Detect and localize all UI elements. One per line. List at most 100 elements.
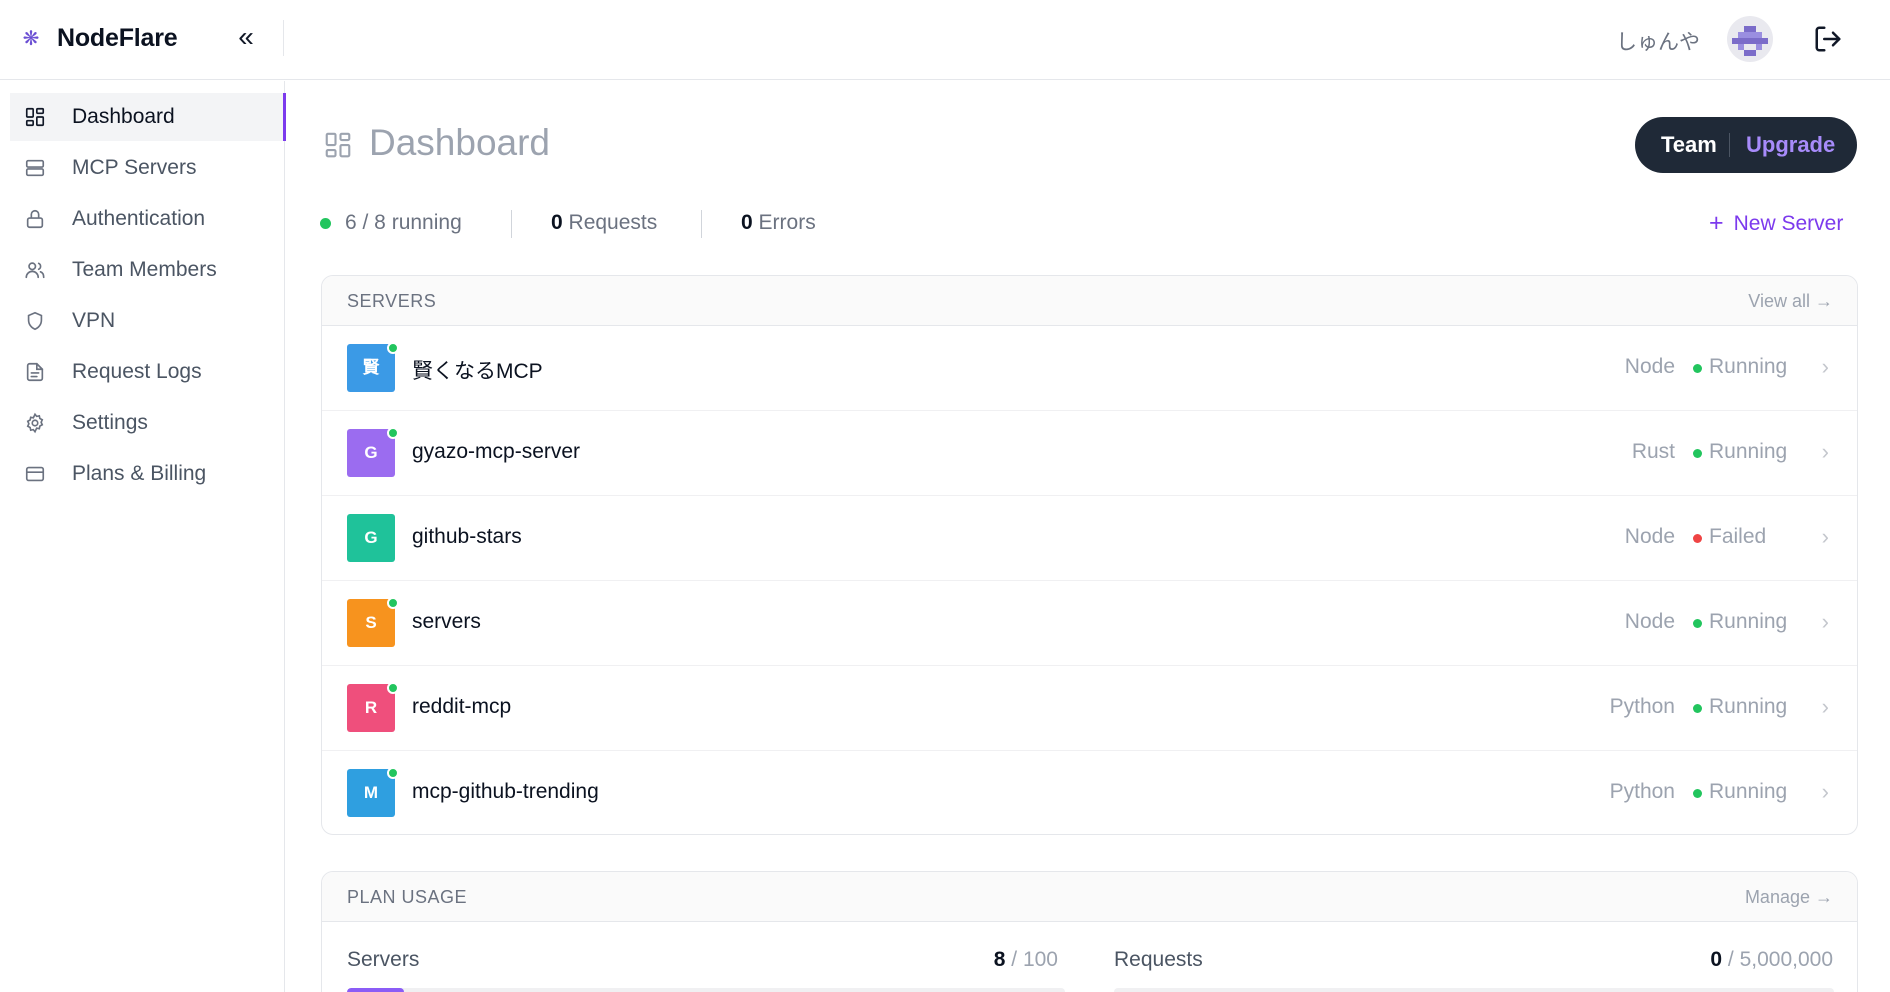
server-status-dot [1693, 449, 1702, 458]
server-status-dot [1693, 789, 1702, 798]
server-runtime: Node [1624, 610, 1675, 633]
server-avatar: G [347, 514, 395, 562]
chevron-right-icon: › [1821, 439, 1829, 464]
sidebar-item-settings[interactable]: Settings [10, 399, 285, 447]
new-server-button[interactable]: + New Server [1709, 209, 1843, 238]
sidebar-item-label: Settings [72, 411, 148, 434]
server-status: Failed [1709, 525, 1767, 548]
usage-row: Servers 8 / 100 Requests 0 / 5,000,000 [322, 922, 1857, 992]
server-online-dot [387, 342, 399, 354]
logo-icon: ❋ [22, 28, 40, 50]
server-runtime: Node [1624, 525, 1675, 548]
sidebar-item-request-logs[interactable]: Request Logs [10, 348, 285, 396]
stats-divider [511, 210, 512, 238]
sidebar-item-label: Plans & Billing [72, 462, 207, 485]
plan-divider [1729, 133, 1730, 157]
servers-card: SERVERS View all → 賢賢くなるMCP Node Running › G… [321, 275, 1858, 835]
sidebar-item-vpn[interactable]: VPN [10, 297, 285, 345]
server-status-dot [1693, 704, 1702, 713]
usage-servers-limit: / 100 [1011, 948, 1058, 971]
avatar-identicon-icon [1732, 26, 1768, 56]
usage-requests-value: 0 / 5,000,000 [1710, 948, 1833, 972]
server-status-dot [1693, 534, 1702, 543]
chevron-right-icon: › [1821, 524, 1829, 549]
requests-stat: 0 Requests [551, 211, 657, 235]
errors-count: 0 [741, 211, 753, 234]
credit-card-icon [25, 466, 45, 482]
stats-divider [701, 210, 702, 238]
usage-requests-bar [1114, 988, 1834, 992]
collapse-sidebar-button[interactable]: « [230, 22, 262, 54]
server-runtime: Rust [1631, 440, 1675, 463]
sidebar-item-team-members[interactable]: Team Members [10, 246, 285, 294]
dashboard-icon [325, 132, 351, 158]
server-status-dot [1693, 364, 1702, 373]
server-name: 賢くなるMCP [412, 360, 543, 383]
sidebar-item-authentication[interactable]: Authentication [10, 195, 285, 243]
sidebar-item-label: Request Logs [72, 360, 202, 383]
users-icon [25, 262, 45, 279]
server-online-dot [387, 427, 399, 439]
server-status: Running [1709, 610, 1788, 633]
new-server-label: New Server [1733, 212, 1844, 235]
errors-label: Errors [758, 211, 816, 234]
usage-servers-bar-fill [347, 988, 405, 992]
plus-icon: + [1709, 209, 1724, 237]
server-row[interactable]: Ggyazo-mcp-server Rust Running › [322, 411, 1857, 496]
server-runtime: Python [1609, 695, 1675, 718]
plan-usage-card: PLAN USAGE Manage → Servers 8 / 100 Requ… [321, 871, 1858, 992]
username: しゅんや [1616, 31, 1700, 54]
plan-upgrade-button[interactable]: Team Upgrade [1635, 117, 1857, 173]
gear-icon [26, 412, 44, 434]
server-status: Running [1709, 780, 1788, 803]
avatar[interactable] [1727, 16, 1773, 62]
servers-card-title: SERVERS [347, 291, 437, 311]
usage-servers-label: Servers [347, 948, 420, 971]
chevron-right-icon: › [1821, 779, 1829, 804]
sidebar-item-label: Dashboard [72, 105, 175, 128]
server-runtime: Python [1609, 780, 1675, 803]
running-count: 6 / 8 running [345, 211, 462, 234]
logout-button[interactable] [1813, 24, 1843, 54]
usage-servers-bar [347, 988, 1065, 992]
server-row[interactable]: 賢賢くなるMCP Node Running › [322, 326, 1857, 411]
sidebar: Dashboard MCP Servers Authentication Tea… [0, 81, 286, 992]
server-row[interactable]: Sservers Node Running › [322, 581, 1857, 666]
server-name: reddit-mcp [412, 695, 512, 718]
plan-name: Team [1661, 132, 1717, 157]
sidebar-item-mcp-servers[interactable]: MCP Servers [10, 144, 285, 192]
server-status: Running [1709, 355, 1788, 378]
server-icon [25, 159, 45, 177]
servers-card-header: SERVERS View all → [322, 276, 1857, 326]
sidebar-item-label: Team Members [72, 258, 217, 281]
chevron-right-icon: › [1821, 694, 1829, 719]
server-row[interactable]: Ggithub-stars Node Failed › [322, 496, 1857, 581]
usage-servers-used: 8 [993, 948, 1006, 971]
sidebar-item-plans-billing[interactable]: Plans & Billing [10, 450, 285, 498]
view-all-link[interactable]: View all → [1748, 291, 1833, 312]
server-online-dot [387, 767, 399, 779]
usage-requests-label: Requests [1114, 948, 1203, 971]
brand-name: NodeFlare [57, 24, 178, 52]
dashboard-icon [25, 107, 45, 127]
server-list: 賢賢くなるMCP Node Running › Ggyazo-mcp-server Rus… [322, 326, 1857, 834]
manage-link[interactable]: Manage → [1745, 887, 1833, 908]
server-row[interactable]: Rreddit-mcp Python Running › [322, 666, 1857, 751]
requests-label: Requests [568, 211, 658, 234]
server-row[interactable]: Mmcp-github-trending Python Running › [322, 751, 1857, 834]
sidebar-item-label: MCP Servers [72, 156, 197, 179]
server-status-dot [1693, 619, 1702, 628]
server-name: gyazo-mcp-server [412, 440, 581, 463]
sidebar-item-dashboard[interactable]: Dashboard [10, 93, 286, 141]
server-name: github-stars [412, 525, 522, 548]
server-status: Running [1709, 440, 1788, 463]
shield-icon [27, 311, 43, 331]
running-status-dot [320, 218, 331, 229]
upgrade-label: Upgrade [1746, 132, 1836, 157]
server-online-dot [387, 682, 399, 694]
lock-icon [26, 209, 44, 229]
requests-count: 0 [551, 211, 563, 234]
sidebar-item-label: Authentication [72, 207, 206, 230]
chevron-right-icon: › [1821, 354, 1829, 379]
logout-icon [1815, 26, 1841, 52]
